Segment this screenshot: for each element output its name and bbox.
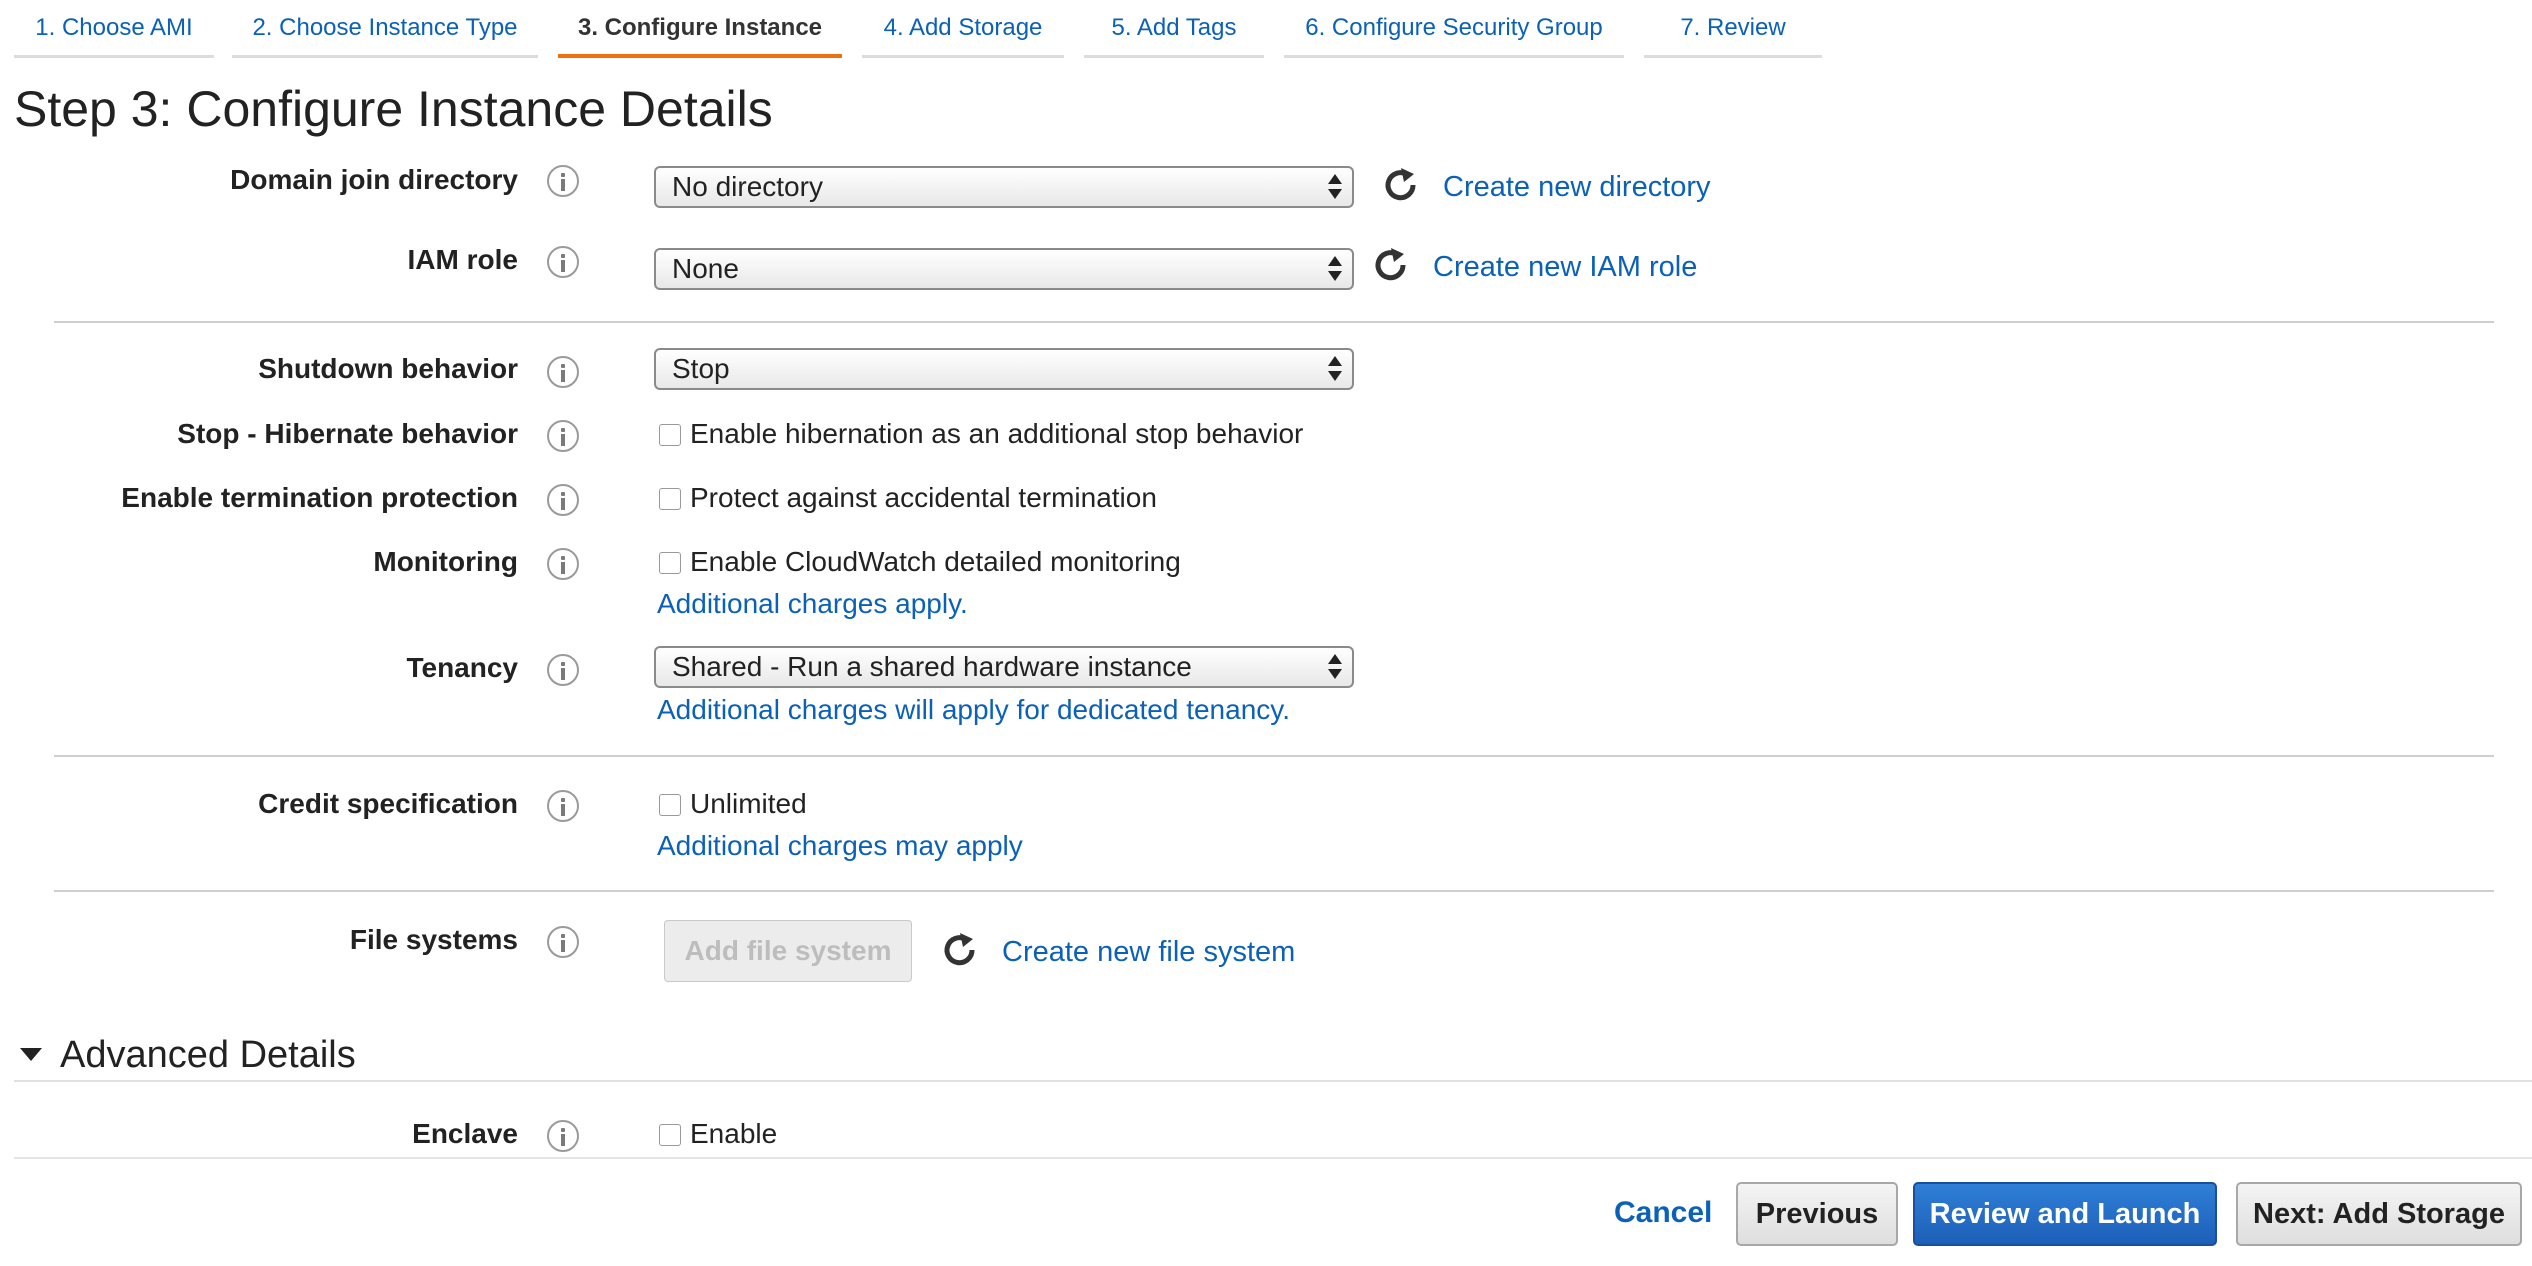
section-divider <box>54 890 2494 892</box>
shutdown-behavior-select[interactable]: Stop <box>654 348 1354 390</box>
info-icon[interactable] <box>547 356 579 388</box>
termination-protection-checkbox-label: Protect against accidental termination <box>690 482 1157 513</box>
info-icon[interactable] <box>547 165 579 197</box>
next-add-storage-button[interactable]: Next: Add Storage <box>2236 1182 2522 1246</box>
select-arrows-icon <box>1328 356 1342 382</box>
iam-role-select[interactable]: None <box>654 248 1354 290</box>
monitoring-charges-link[interactable]: Additional charges apply. <box>657 588 968 620</box>
domain-join-label: Domain join directory <box>230 164 518 195</box>
tenancy-label: Tenancy <box>406 652 518 683</box>
tenancy-value: Shared - Run a shared hardware instance <box>672 651 1192 682</box>
iam-role-value: None <box>672 253 739 284</box>
advanced-details-heading[interactable]: Advanced Details <box>60 1034 356 1077</box>
iam-role-label: IAM role <box>407 244 518 275</box>
tab-add-tags[interactable]: 5. Add Tags <box>1084 0 1264 58</box>
refresh-icon[interactable] <box>941 932 979 970</box>
add-file-system-button: Add file system <box>664 920 912 982</box>
section-divider <box>54 321 2494 323</box>
monitoring-label: Monitoring <box>373 546 518 577</box>
info-icon[interactable] <box>547 548 579 580</box>
wizard-tabs: 1. Choose AMI 2. Choose Instance Type 3.… <box>0 0 1840 60</box>
create-new-directory-link[interactable]: Create new directory <box>1443 171 1711 204</box>
info-icon[interactable] <box>547 420 579 452</box>
section-divider <box>54 755 2494 757</box>
refresh-icon[interactable] <box>1372 247 1410 285</box>
select-arrows-icon <box>1328 256 1342 282</box>
hibernate-checkbox[interactable] <box>659 424 681 446</box>
info-icon[interactable] <box>547 654 579 686</box>
hibernate-label: Stop - Hibernate behavior <box>177 418 518 449</box>
cancel-button[interactable]: Cancel <box>1614 1196 1712 1230</box>
unlimited-checkbox[interactable] <box>659 794 681 816</box>
tab-choose-ami[interactable]: 1. Choose AMI <box>14 0 214 58</box>
page-title: Step 3: Configure Instance Details <box>14 81 773 137</box>
create-new-file-system-link[interactable]: Create new file system <box>1002 936 1295 969</box>
dedicated-tenancy-charges-link[interactable]: Additional charges will apply for dedica… <box>657 694 1290 726</box>
create-new-iam-role-link[interactable]: Create new IAM role <box>1433 251 1697 284</box>
domain-join-select[interactable]: No directory <box>654 166 1354 208</box>
info-icon[interactable] <box>547 926 579 958</box>
credit-charges-link[interactable]: Additional charges may apply <box>657 830 1023 862</box>
domain-join-value: No directory <box>672 171 823 202</box>
monitoring-checkbox[interactable] <box>659 552 681 574</box>
tab-configure-security-group[interactable]: 6. Configure Security Group <box>1284 0 1624 58</box>
review-and-launch-button[interactable]: Review and Launch <box>1913 1182 2217 1246</box>
tab-review[interactable]: 7. Review <box>1644 0 1822 58</box>
unlimited-checkbox-label: Unlimited <box>690 788 807 819</box>
select-arrows-icon <box>1328 654 1342 680</box>
select-arrows-icon <box>1328 174 1342 200</box>
tenancy-select[interactable]: Shared - Run a shared hardware instance <box>654 646 1354 688</box>
termination-protection-label: Enable termination protection <box>121 482 518 513</box>
shutdown-behavior-label: Shutdown behavior <box>258 353 518 384</box>
section-divider <box>14 1080 2532 1082</box>
enclave-checkbox[interactable] <box>659 1124 681 1146</box>
hibernate-checkbox-label: Enable hibernation as an additional stop… <box>690 418 1304 449</box>
tab-choose-instance-type[interactable]: 2. Choose Instance Type <box>232 0 538 58</box>
info-icon[interactable] <box>547 246 579 278</box>
enclave-label: Enclave <box>412 1118 518 1149</box>
footer-divider <box>14 1157 2532 1159</box>
info-icon[interactable] <box>547 1120 579 1152</box>
file-systems-label: File systems <box>349 924 518 955</box>
enclave-checkbox-label: Enable <box>690 1118 778 1149</box>
termination-protection-checkbox[interactable] <box>659 488 681 510</box>
refresh-icon[interactable] <box>1382 167 1420 205</box>
previous-button[interactable]: Previous <box>1736 1182 1898 1246</box>
collapse-triangle-icon[interactable] <box>20 1048 42 1061</box>
credit-specification-label: Credit specification <box>258 788 518 819</box>
monitoring-checkbox-label: Enable CloudWatch detailed monitoring <box>690 546 1181 577</box>
tab-add-storage[interactable]: 4. Add Storage <box>862 0 1064 58</box>
shutdown-behavior-value: Stop <box>672 353 730 384</box>
tab-configure-instance[interactable]: 3. Configure Instance <box>558 0 842 58</box>
info-icon[interactable] <box>547 484 579 516</box>
info-icon[interactable] <box>547 790 579 822</box>
